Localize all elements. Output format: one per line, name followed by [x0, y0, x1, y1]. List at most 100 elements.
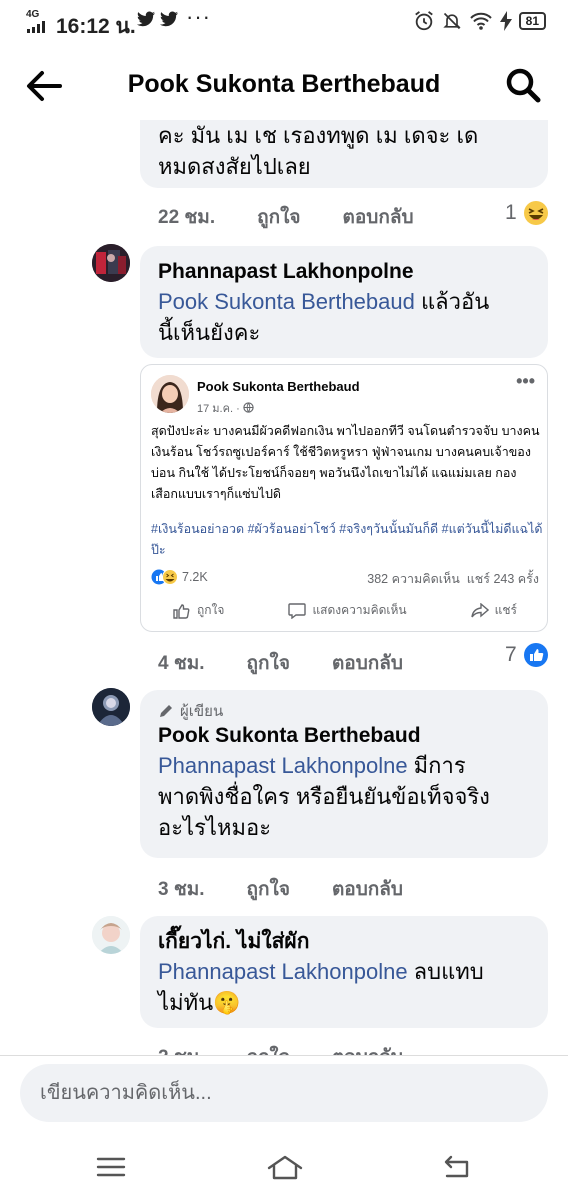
reply-link[interactable]: ตอบกลับ: [343, 202, 414, 232]
battery-level: 81: [518, 12, 546, 30]
post-author-avatar[interactable]: [151, 375, 189, 413]
comment-time: 22 ชม.: [158, 207, 216, 228]
status-bar: 4G 16:12 น. ··· 81: [0, 0, 568, 48]
comment-line: นี้เห็นยังคะ: [158, 320, 261, 345]
comment-meta: 4 ชม. ถูกใจ ตอบกลับ: [158, 648, 403, 678]
comment-text-part: ลบแทบ: [407, 959, 484, 984]
post-counts: 382 ความคิดเห็น แชร์ 243 ครั้ง: [367, 569, 539, 589]
post-comment-count[interactable]: 382 ความคิดเห็น: [367, 572, 460, 586]
comment-feed[interactable]: คะ มัน เม เช เรองทพูด เม เดจะ เด หมดสงสั…: [0, 120, 568, 1055]
comment-author[interactable]: เกี๊ยวไก่. ไม่ใส่ผัก: [158, 928, 530, 956]
like-link[interactable]: ถูกใจ: [247, 648, 290, 678]
post-share-label: แชร์: [494, 603, 517, 617]
comment-meta: 3 ชม. ถูกใจ ตอบกลับ: [158, 874, 403, 904]
comment-line: อะไรไหมอะ: [158, 815, 272, 840]
app-header: Pook Sukonta Berthebaud: [0, 54, 568, 118]
share-icon: [470, 602, 489, 618]
post-date-text: 17 ม.ค. ·: [197, 403, 240, 415]
clock: 16:12 น.: [56, 15, 136, 38]
like-link[interactable]: ถูกใจ: [247, 1042, 290, 1055]
reply-link[interactable]: ตอบกลับ: [332, 874, 403, 904]
post-like-label: ถูกใจ: [197, 603, 225, 617]
post-share-button[interactable]: แชร์: [470, 601, 517, 620]
search-icon[interactable]: [504, 66, 542, 104]
pencil-icon: [160, 705, 172, 717]
post-comment-button[interactable]: แสดงความคิดเห็น: [288, 601, 407, 620]
comment-time: 4 ชม.: [158, 653, 205, 674]
mute-bell-icon: [442, 12, 461, 30]
like-link[interactable]: ถูกใจ: [247, 874, 290, 904]
comment-text: Phannapast Lakhonpolne มีการ พาดพิงชื่อใ…: [158, 750, 530, 843]
comment-bubble: คะ มัน เม เช เรองทพูด เม เดจะ เด หมดสงสั…: [140, 120, 548, 188]
comment-input[interactable]: [20, 1064, 548, 1122]
page-title: Pook Sukonta Berthebaud: [127, 70, 441, 98]
haha-emoji-icon: [523, 201, 548, 225]
comment-line: หมดสงสัยไปเลย: [158, 154, 311, 179]
avatar[interactable]: [92, 244, 130, 282]
globe-icon: [243, 402, 254, 413]
comment-text-part: มีการ: [407, 753, 466, 778]
comment-text-part: แล้วอัน: [414, 289, 490, 314]
comment-line: ไม่ทัน🤫: [158, 990, 241, 1015]
like-haha-reaction-icon: [151, 569, 178, 585]
post-reactions[interactable]: 7.2K: [151, 569, 208, 585]
composer-divider: [0, 1055, 568, 1056]
comment-time: 3 ชม.: [158, 879, 205, 900]
post-actions: ถูกใจ แสดงความคิดเห็น แชร์: [141, 601, 547, 620]
wifi-icon: [469, 12, 492, 30]
back-nav-icon[interactable]: [440, 1152, 474, 1182]
twitter-icon: [137, 11, 155, 32]
author-badge: ผู้เขียน: [158, 700, 530, 722]
reaction-summary[interactable]: 7: [505, 642, 549, 668]
like-reaction-icon: [523, 643, 548, 667]
avatar[interactable]: [92, 688, 130, 726]
post-comment-label: แสดงความคิดเห็น: [312, 603, 407, 617]
post-reaction-count: 7.2K: [182, 570, 208, 584]
network-type: 4G: [26, 9, 40, 20]
shared-post-card[interactable]: Pook Sukonta Berthebaud 17 ม.ค. · ••• สุ…: [140, 364, 548, 632]
mention-link[interactable]: Pook Sukonta Berthebaud: [158, 289, 415, 314]
status-icons: 81: [413, 10, 546, 32]
reply-link[interactable]: ตอบกลับ: [332, 1042, 403, 1055]
comment-bubble: เกี๊ยวไก่. ไม่ใส่ผัก Phannapast Lakhonpo…: [140, 916, 548, 1028]
comment-text: คะ มัน เม เช เรองทพูด เม เดจะ เด หมดสงสั…: [158, 120, 530, 182]
more-notifications: ···: [186, 4, 211, 29]
twitter-icon: [160, 11, 178, 32]
post-share-count[interactable]: แชร์ 243 ครั้ง: [467, 572, 539, 586]
comment-meta: 22 ชม. ถูกใจ ตอบกลับ: [158, 202, 414, 232]
reply-link[interactable]: ตอบกลับ: [332, 648, 403, 678]
comment-author[interactable]: Pook Sukonta Berthebaud: [158, 722, 530, 750]
comment-line: คะ มัน เม เช เรองทพูด เม เดจะ เด: [158, 123, 479, 148]
comment-bubble: ผู้เขียน Pook Sukonta Berthebaud Phannap…: [140, 690, 548, 858]
post-text: สุดปังปะล่ะ บางคนมีผัวคดีฟอกเงิน พาไปออก…: [151, 424, 540, 501]
mention-link[interactable]: Phannapast Lakhonpolne: [158, 959, 408, 984]
home-icon[interactable]: [266, 1152, 304, 1182]
post-more-icon[interactable]: •••: [516, 371, 535, 392]
alarm-icon: [414, 11, 433, 31]
charging-icon: [499, 11, 512, 31]
post-author-name[interactable]: Pook Sukonta Berthebaud: [197, 379, 360, 394]
mention-link[interactable]: Phannapast Lakhonpolne: [158, 753, 408, 778]
avatar[interactable]: [92, 916, 130, 954]
comment-composer[interactable]: [20, 1064, 548, 1122]
comment-meta: 2 ชม. ถูกใจ ตอบกลับ: [158, 1042, 403, 1055]
thumbs-up-icon: [173, 603, 190, 619]
post-hashtags[interactable]: #เงินร้อนอย่าอวด #ผัวร้อนอย่าโชว์ #จริงๆ…: [151, 519, 543, 561]
post-date: 17 ม.ค. ·: [197, 399, 254, 417]
post-like-button[interactable]: ถูกใจ: [173, 601, 224, 620]
comment-author[interactable]: Phannapast Lakhonpolne: [158, 258, 530, 286]
signal-icon: [27, 21, 45, 33]
reaction-summary[interactable]: 1: [505, 200, 549, 226]
recent-apps-icon[interactable]: [94, 1152, 128, 1182]
reaction-count: 1: [505, 201, 517, 224]
author-badge-label: ผู้เขียน: [180, 703, 224, 720]
comment-line: พาดพิงชื่อใคร หรือยืนยันข้อเท็จจริง: [158, 784, 490, 809]
comment-text: Phannapast Lakhonpolne ลบแทบ ไม่ทัน🤫: [158, 956, 530, 1018]
system-nav-bar: [0, 1140, 568, 1200]
comment-time: 2 ชม.: [158, 1042, 205, 1055]
comment-bubble: Phannapast Lakhonpolne Pook Sukonta Bert…: [140, 246, 548, 358]
like-link[interactable]: ถูกใจ: [257, 202, 300, 232]
reaction-count: 7: [505, 643, 517, 666]
comment-text: Pook Sukonta Berthebaud แล้วอัน นี้เห็นย…: [158, 286, 530, 348]
comment-icon: [288, 602, 307, 619]
